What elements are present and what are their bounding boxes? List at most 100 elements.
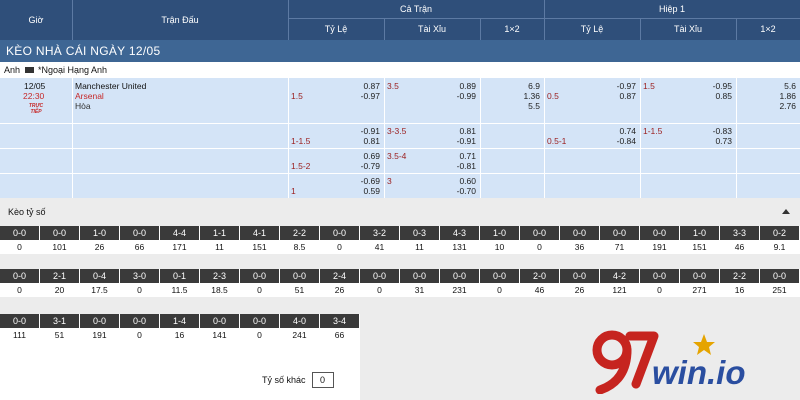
score-odds[interactable]: 0 [320, 240, 359, 254]
score-cell[interactable]: 0-2 9.1 [760, 226, 800, 254]
score-cell[interactable]: 0-0 0 [520, 226, 560, 254]
odds-value[interactable]: 0.73 [682, 136, 732, 147]
score-cell[interactable]: 0-0 26 [560, 269, 600, 297]
score-odds[interactable]: 20 [40, 283, 79, 297]
score-cell[interactable]: 0-3 11 [400, 226, 440, 254]
score-odds[interactable]: 111 [0, 328, 39, 342]
correct-score-header[interactable]: Kèo tỷ số [0, 198, 800, 226]
score-odds[interactable]: 191 [640, 240, 679, 254]
odds-1x2[interactable]: 5.5 [500, 101, 540, 112]
score-odds[interactable]: 10 [480, 240, 519, 254]
score-cell[interactable]: 0-0 0 [240, 269, 280, 297]
score-odds[interactable]: 46 [720, 240, 759, 254]
score-odds[interactable]: 0 [120, 328, 159, 342]
odds-value[interactable]: 0.59 [330, 186, 380, 197]
score-cell[interactable]: 0-0 111 [0, 314, 40, 342]
score-cell[interactable]: 0-0 251 [760, 269, 800, 297]
score-cell[interactable]: 2-2 8.5 [280, 226, 320, 254]
score-odds[interactable]: 31 [400, 283, 439, 297]
score-cell[interactable]: 0-0 231 [440, 269, 480, 297]
score-cell[interactable]: 0-0 271 [680, 269, 720, 297]
score-cell[interactable]: 1-1 11 [200, 226, 240, 254]
collapse-arrow-icon[interactable] [782, 209, 790, 214]
score-cell[interactable]: 0-0 66 [120, 226, 160, 254]
score-odds[interactable]: 231 [440, 283, 479, 297]
score-cell[interactable]: 0-1 11.5 [160, 269, 200, 297]
odds-value[interactable]: -0.97 [330, 91, 380, 102]
score-cell[interactable]: 1-0 151 [680, 226, 720, 254]
score-cell[interactable]: 2-4 26 [320, 269, 360, 297]
score-cell[interactable]: 4-1 151 [240, 226, 280, 254]
score-cell[interactable]: 0-0 51 [280, 269, 320, 297]
score-odds[interactable]: 0 [520, 240, 559, 254]
score-odds[interactable]: 0 [0, 283, 39, 297]
score-cell[interactable]: 0-0 0 [360, 269, 400, 297]
score-odds[interactable]: 26 [80, 240, 119, 254]
score-odds[interactable]: 101 [40, 240, 79, 254]
odds-value[interactable]: -0.81 [426, 161, 476, 172]
score-odds[interactable]: 9.1 [760, 240, 799, 254]
score-odds[interactable]: 46 [520, 283, 559, 297]
score-cell[interactable]: 2-2 16 [720, 269, 760, 297]
score-odds[interactable]: 0 [480, 283, 519, 297]
score-odds[interactable]: 0 [360, 283, 399, 297]
score-odds[interactable]: 121 [600, 283, 639, 297]
score-cell[interactable]: 0-0 141 [200, 314, 240, 342]
score-odds[interactable]: 16 [720, 283, 759, 297]
score-odds[interactable]: 71 [600, 240, 639, 254]
score-cell[interactable]: 0-0 0 [640, 269, 680, 297]
score-cell[interactable]: 0-0 36 [560, 226, 600, 254]
score-odds[interactable]: 41 [360, 240, 399, 254]
score-odds[interactable]: 0 [240, 283, 279, 297]
score-odds[interactable]: 66 [320, 328, 359, 342]
score-cell[interactable]: 0-0 191 [80, 314, 120, 342]
score-cell[interactable]: 4-0 241 [280, 314, 320, 342]
score-cell[interactable]: 4-2 121 [600, 269, 640, 297]
score-cell[interactable]: 0-0 0 [240, 314, 280, 342]
score-cell[interactable]: 1-0 10 [480, 226, 520, 254]
score-odds[interactable]: 26 [560, 283, 599, 297]
league-row[interactable]: Anh *Ngoại Hạng Anh [0, 62, 800, 78]
score-cell[interactable]: 4-4 171 [160, 226, 200, 254]
score-cell[interactable]: 3-0 0 [120, 269, 160, 297]
score-cell[interactable]: 0-4 17.5 [80, 269, 120, 297]
score-odds[interactable]: 251 [760, 283, 799, 297]
score-odds[interactable]: 51 [280, 283, 319, 297]
score-cell[interactable]: 1-4 16 [160, 314, 200, 342]
score-odds[interactable]: 11.5 [160, 283, 199, 297]
score-odds[interactable]: 16 [160, 328, 199, 342]
score-odds[interactable]: 18.5 [200, 283, 239, 297]
odds-value[interactable]: 0.87 [586, 91, 636, 102]
score-odds[interactable]: 131 [440, 240, 479, 254]
score-odds[interactable]: 191 [80, 328, 119, 342]
score-cell[interactable]: 0-0 31 [400, 269, 440, 297]
score-cell[interactable]: 3-2 41 [360, 226, 400, 254]
score-odds[interactable]: 151 [240, 240, 279, 254]
score-odds[interactable]: 171 [160, 240, 199, 254]
score-cell[interactable]: 3-1 51 [40, 314, 80, 342]
odds-value[interactable]: -0.99 [426, 91, 476, 102]
odds-value[interactable]: -0.91 [426, 136, 476, 147]
odds-value[interactable]: -0.84 [586, 136, 636, 147]
score-odds[interactable]: 0 [0, 240, 39, 254]
score-cell[interactable]: 2-0 46 [520, 269, 560, 297]
score-cell[interactable]: 0-0 0 [480, 269, 520, 297]
score-cell[interactable]: 0-0 0 [320, 226, 360, 254]
odds-value[interactable]: 0.85 [682, 91, 732, 102]
score-odds[interactable]: 141 [200, 328, 239, 342]
score-cell[interactable]: 0-0 0 [120, 314, 160, 342]
score-cell[interactable]: 0-0 191 [640, 226, 680, 254]
score-cell[interactable]: 0-0 0 [0, 269, 40, 297]
odds-value[interactable]: -0.79 [330, 161, 380, 172]
odds-value[interactable]: 0.81 [330, 136, 380, 147]
score-cell[interactable]: 1-0 26 [80, 226, 120, 254]
score-cell[interactable]: 3-4 66 [320, 314, 360, 342]
score-odds[interactable]: 0 [640, 283, 679, 297]
odds-value[interactable]: -0.70 [426, 186, 476, 197]
score-odds[interactable]: 8.5 [280, 240, 319, 254]
score-odds[interactable]: 0 [240, 328, 279, 342]
score-cell[interactable]: 0-0 0 [0, 226, 40, 254]
score-odds[interactable]: 36 [560, 240, 599, 254]
score-cell[interactable]: 2-1 20 [40, 269, 80, 297]
score-odds[interactable]: 17.5 [80, 283, 119, 297]
